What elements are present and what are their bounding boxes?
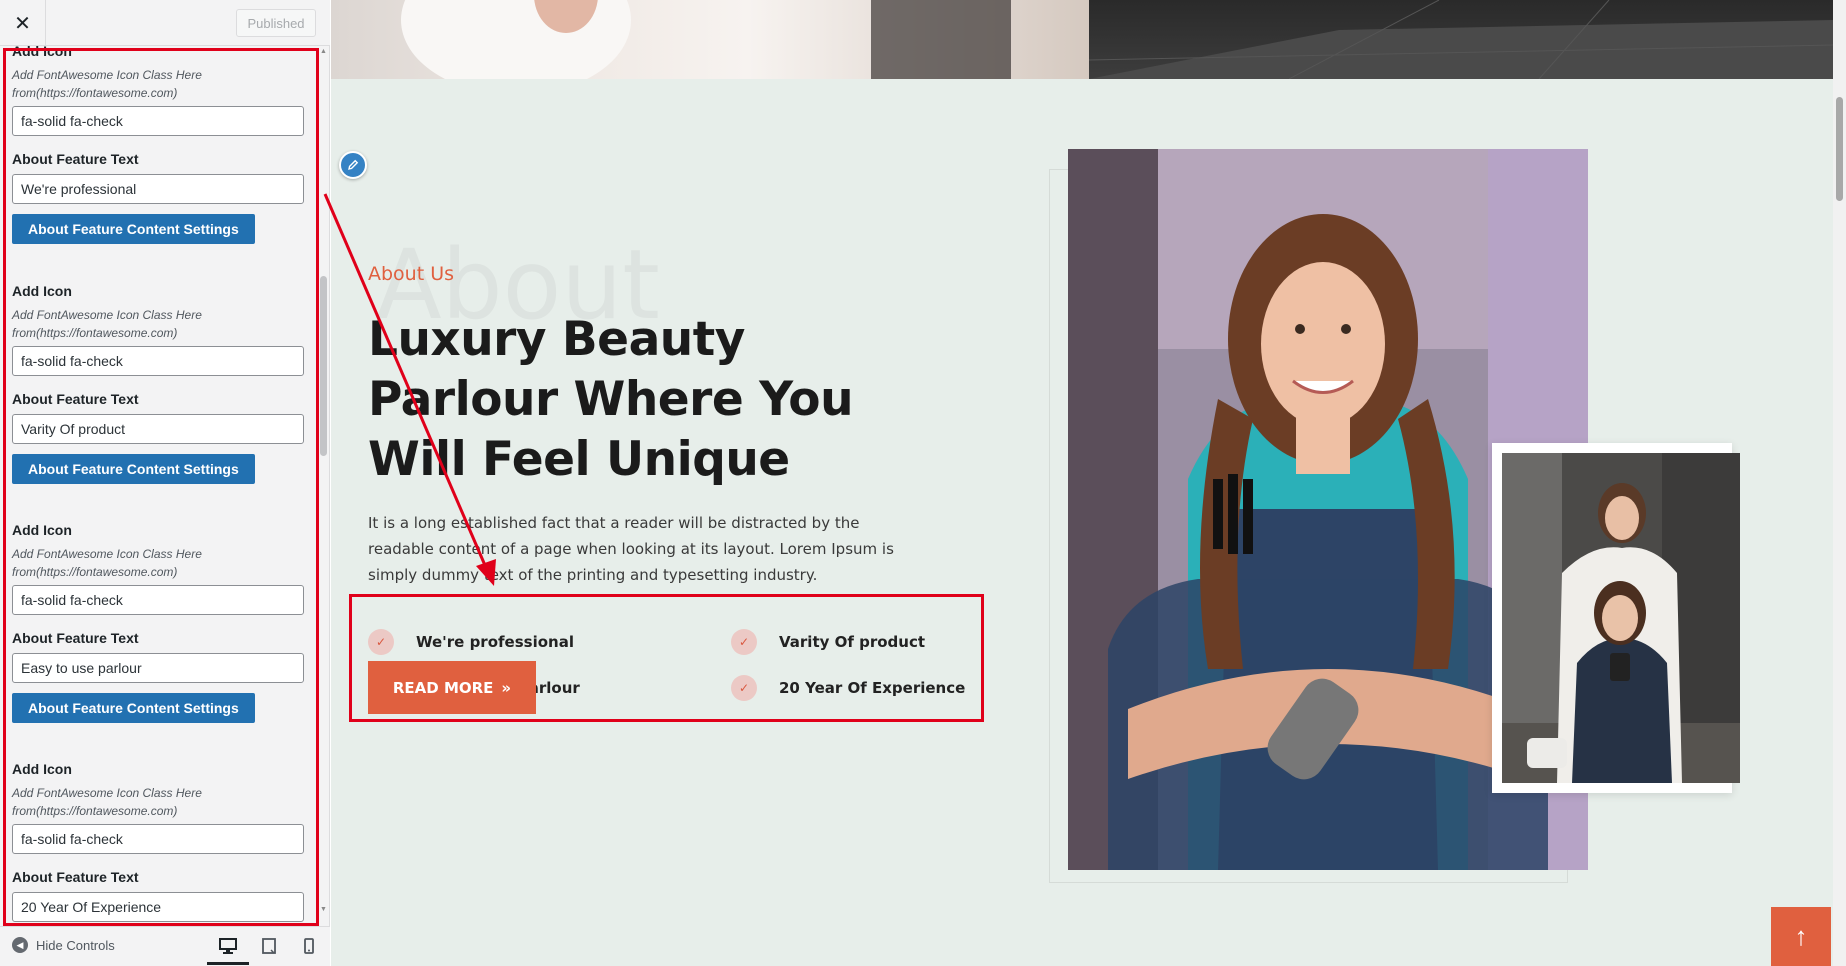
hero-image-left (331, 0, 1089, 95)
feature-text-input[interactable] (12, 174, 304, 204)
feature-text-label: About Feature Text (12, 869, 139, 885)
preview-tablet-button[interactable] (256, 935, 282, 957)
check-icon: ✓ (731, 629, 757, 655)
sidebar-scrollbar[interactable]: ▲ ▼ (319, 48, 328, 914)
hide-controls-label: Hide Controls (36, 937, 115, 953)
add-icon-label: Add Icon (12, 283, 72, 299)
scroll-down-icon[interactable]: ▼ (319, 906, 328, 914)
close-customizer-button[interactable]: ✕ (0, 0, 46, 46)
icon-class-input[interactable] (12, 106, 304, 136)
add-icon-label: Add Icon (12, 761, 72, 777)
sidebar-header: ✕ Published (0, 0, 330, 46)
feature-label: Varity Of product (779, 633, 926, 651)
edit-shortcut-button[interactable] (339, 151, 367, 179)
feature-item: ✓ We're professional (368, 629, 574, 655)
feature-item: ✓ 20 Year Of Experience (731, 675, 965, 701)
check-icon: ✓ (731, 675, 757, 701)
feature-content-settings-button[interactable]: About Feature Content Settings (12, 693, 255, 723)
feature-text-label: About Feature Text (12, 151, 139, 167)
about-description: It is a long established fact that a rea… (368, 514, 894, 584)
sidebar-scroll-thumb[interactable] (320, 276, 327, 456)
feature-text-label: About Feature Text (12, 630, 139, 646)
about-section: About About Us Luxury Beauty Parlour Whe… (331, 79, 1833, 966)
icon-class-input[interactable] (12, 346, 304, 376)
read-more-label: READ MORE (392, 678, 494, 697)
customizer-sidebar: ✕ Published Add Icon Add FontAwesome Ico… (0, 0, 330, 966)
feature-label: We're professional (416, 633, 574, 651)
add-icon-description: Add FontAwesome Icon Class Here from(htt… (12, 308, 202, 340)
secondary-photo-card (1492, 443, 1740, 793)
feature-content-settings-button[interactable]: About Feature Content Settings (12, 454, 255, 484)
feature-content-settings-button[interactable]: About Feature Content Settings (12, 214, 255, 244)
add-icon-label: Add Icon (12, 522, 72, 538)
read-more-button[interactable]: READ MORE » (368, 661, 536, 714)
add-icon-description: Add FontAwesome Icon Class Here from(htt… (12, 786, 202, 818)
feature-text-input[interactable] (12, 653, 304, 683)
control-group: Add Icon Add FontAwesome Icon Class Here… (12, 521, 304, 723)
mobile-icon (304, 938, 314, 954)
double-chevron-right-icon: » (501, 678, 512, 697)
icon-class-input[interactable] (12, 824, 304, 854)
feature-text-label: About Feature Text (12, 391, 139, 407)
desktop-icon (219, 938, 237, 954)
preview-desktop-button[interactable] (207, 935, 249, 965)
site-preview: About About Us Luxury Beauty Parlour Whe… (331, 0, 1833, 966)
preview-mobile-button[interactable] (296, 935, 322, 957)
about-heading: Luxury Beauty Parlour Where You Will Fee… (368, 312, 854, 487)
hero-image-right (1088, 0, 1833, 80)
feature-label: 20 Year Of Experience (779, 679, 966, 697)
feature-item: ✓ Varity Of product (731, 629, 925, 655)
feature-text-input[interactable] (12, 414, 304, 444)
scroll-up-icon[interactable]: ▲ (319, 48, 328, 56)
control-group: Add Icon Add FontAwesome Icon Class Here… (12, 46, 304, 244)
preview-scrollbar[interactable] (1833, 0, 1846, 966)
add-icon-description: Add FontAwesome Icon Class Here from(htt… (12, 68, 202, 100)
sidebar-footer: ◀ Hide Controls (0, 926, 330, 966)
hero-image-strip (331, 0, 1833, 95)
close-icon: ✕ (14, 12, 31, 35)
controls-panel: Add Icon Add FontAwesome Icon Class Here… (0, 46, 330, 926)
control-group: Add Icon Add FontAwesome Icon Class Here… (12, 760, 304, 922)
tablet-icon (262, 938, 276, 954)
add-icon-label: Add Icon (12, 46, 72, 59)
feature-text-input[interactable] (12, 892, 304, 922)
salon-client-photo (1502, 453, 1740, 783)
add-icon-description: Add FontAwesome Icon Class Here from(htt… (12, 547, 202, 579)
pencil-icon (348, 159, 359, 170)
about-us-label: About Us (368, 263, 455, 285)
check-icon: ✓ (368, 629, 394, 655)
collapse-arrow-icon: ◀ (12, 937, 28, 953)
published-button[interactable]: Published (236, 9, 316, 37)
back-to-top-button[interactable]: ↑ (1771, 907, 1831, 966)
arrow-up-icon: ↑ (1794, 921, 1808, 951)
icon-class-input[interactable] (12, 585, 304, 615)
preview-scroll-thumb[interactable] (1836, 97, 1843, 201)
control-group: Add Icon Add FontAwesome Icon Class Here… (12, 282, 304, 484)
hide-controls-button[interactable]: ◀ Hide Controls (12, 937, 115, 953)
